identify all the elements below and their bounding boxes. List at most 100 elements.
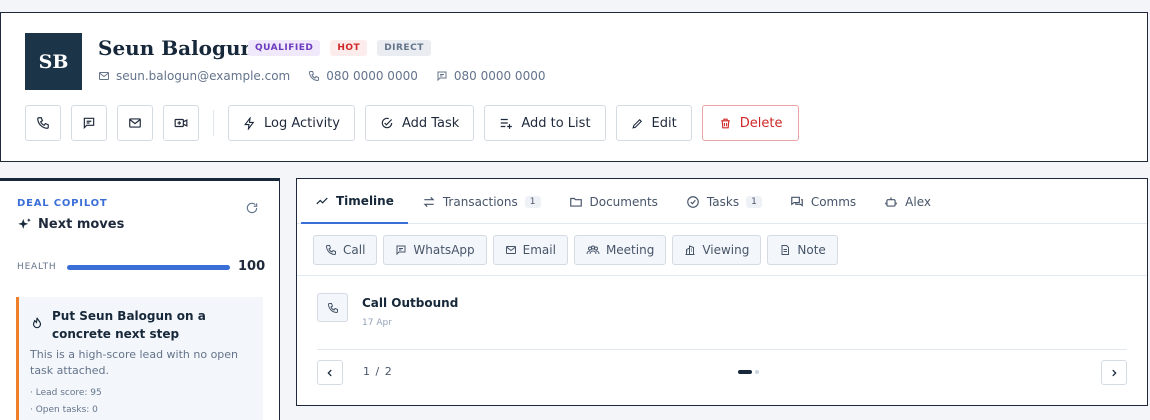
- check-circle-icon: [687, 195, 699, 208]
- health-value: 100: [238, 259, 266, 274]
- log-activity-label: Log Activity: [264, 115, 340, 131]
- deal-copilot-panel: DEAL COPILOT Next moves HEALTH 100 Put S…: [0, 178, 280, 420]
- mail-icon: [99, 72, 109, 80]
- page-dot-active[interactable]: [738, 370, 752, 374]
- video-icon: [174, 118, 188, 128]
- log-viewing-button[interactable]: Viewing: [672, 234, 762, 265]
- health-label: HEALTH: [17, 262, 57, 272]
- tab-tasks[interactable]: Tasks 1: [672, 179, 776, 224]
- suggestion-meta: · Lead score: 95 · Open tasks: 0: [30, 385, 253, 419]
- tab-timeline-label: Timeline: [336, 193, 394, 208]
- chevron-left-icon: [327, 369, 332, 376]
- mail-icon: [505, 245, 516, 254]
- contact-phone-text: 080 0000 0000: [326, 69, 418, 83]
- bot-icon: [885, 196, 898, 207]
- lead-score-item: · Lead score: 95: [30, 388, 102, 398]
- log-email-button[interactable]: Email: [492, 234, 568, 265]
- badge-group: QUALIFIED HOT DIRECT: [248, 40, 431, 56]
- message-button[interactable]: [71, 105, 107, 141]
- log-note-label: Note: [797, 242, 826, 257]
- entry-icon-box: [317, 293, 348, 322]
- contact-details: seun.balogun@example.com 080 0000 0000 0…: [98, 69, 545, 83]
- log-viewing-label: Viewing: [702, 242, 750, 257]
- tab-alex[interactable]: Alex: [870, 179, 945, 224]
- delete-button[interactable]: Delete: [701, 105, 800, 141]
- health-bar: [67, 265, 230, 270]
- chat-icon: [790, 196, 803, 207]
- tab-tasks-count: 1: [746, 195, 762, 208]
- refresh-button[interactable]: [245, 201, 259, 215]
- building-icon: [685, 244, 695, 255]
- page-dots: [738, 370, 759, 374]
- contact-phone[interactable]: 080 0000 0000: [308, 69, 418, 83]
- entry-title: Call Outbound: [362, 296, 459, 310]
- log-whatsapp-label: WhatsApp: [413, 242, 475, 257]
- main-panel: Timeline Transactions 1 Documents Tasks …: [296, 178, 1148, 406]
- contact-header: SB Seun Balogun QUALIFIED HOT DIRECT seu…: [0, 12, 1148, 162]
- add-task-button[interactable]: Add Task: [364, 105, 475, 141]
- suggestion-description: This is a high-score lead with no open t…: [30, 348, 239, 377]
- copilot-title: Next moves: [17, 217, 124, 232]
- tab-transactions-count: 1: [524, 195, 541, 208]
- add-to-list-label: Add to List: [521, 115, 591, 131]
- next-page-button[interactable]: [1101, 360, 1127, 385]
- tab-timeline[interactable]: Timeline: [301, 179, 408, 224]
- phone-icon: [325, 244, 336, 255]
- log-activity-button[interactable]: Log Activity: [228, 105, 355, 141]
- check-circle-icon: [381, 117, 393, 129]
- users-icon: [586, 245, 600, 254]
- badge-hot: HOT: [330, 40, 368, 56]
- flame-icon: [32, 317, 42, 329]
- contact-whatsapp-text: 080 0000 0000: [453, 69, 546, 83]
- copilot-tag: DEAL COPILOT: [17, 198, 108, 209]
- copilot-title-text: Next moves: [38, 217, 125, 232]
- tab-documents-label: Documents: [589, 194, 658, 209]
- phone-icon: [327, 302, 338, 313]
- page-indicator: 1 / 2: [363, 365, 393, 378]
- log-call-button[interactable]: Call: [313, 234, 378, 265]
- action-bar: Log Activity Add Task Add to List Edit D…: [25, 105, 809, 141]
- contact-email[interactable]: seun.balogun@example.com: [98, 69, 290, 83]
- video-call-button[interactable]: [163, 105, 199, 141]
- add-to-list-button[interactable]: Add to List: [484, 105, 606, 141]
- suggestion-title: Put Seun Balogun on a concrete next step: [52, 309, 206, 341]
- log-meeting-label: Meeting: [605, 242, 655, 257]
- tab-transactions-label: Transactions: [442, 194, 518, 209]
- badge-qualified: QUALIFIED: [248, 40, 321, 56]
- email-button[interactable]: [117, 105, 153, 141]
- contact-whatsapp[interactable]: 080 0000 0000: [436, 69, 546, 83]
- swap-icon: [423, 196, 435, 207]
- phone-icon: [309, 71, 320, 82]
- contact-name: Seun Balogun: [98, 36, 256, 60]
- tab-tasks-label: Tasks: [706, 194, 740, 209]
- trend-icon: [316, 197, 328, 204]
- log-whatsapp-button[interactable]: WhatsApp: [383, 234, 487, 265]
- list-plus-icon: [501, 118, 513, 129]
- badge-direct: DIRECT: [377, 40, 431, 56]
- note-icon: [781, 244, 790, 255]
- edit-button[interactable]: Edit: [615, 105, 692, 141]
- tab-documents[interactable]: Documents: [555, 179, 672, 224]
- page-dot[interactable]: [755, 370, 759, 374]
- action-divider: [213, 110, 214, 136]
- log-call-label: Call: [343, 242, 366, 257]
- avatar: SB: [25, 33, 82, 90]
- prev-page-button[interactable]: [317, 360, 343, 385]
- quick-log-row: Call WhatsApp Email Meeting Viewing Note: [297, 224, 1147, 276]
- contact-email-text: seun.balogun@example.com: [116, 69, 291, 83]
- message-icon: [83, 117, 95, 130]
- message-icon: [396, 245, 406, 255]
- tab-comms[interactable]: Comms: [776, 179, 870, 224]
- log-meeting-button[interactable]: Meeting: [573, 234, 667, 265]
- log-note-button[interactable]: Note: [767, 234, 838, 265]
- entry-date: 17 Apr: [362, 318, 392, 328]
- suggestion-card[interactable]: Put Seun Balogun on a concrete next step…: [16, 297, 263, 420]
- sparkle-icon: [18, 218, 31, 229]
- tab-alex-label: Alex: [905, 194, 931, 209]
- timeline-entry[interactable]: Call Outbound 17 Apr: [317, 293, 458, 328]
- message-icon: [437, 71, 447, 82]
- health-bar-fill: [67, 265, 230, 270]
- open-tasks-item: · Open tasks: 0: [30, 405, 98, 415]
- call-button[interactable]: [25, 105, 61, 141]
- tab-transactions[interactable]: Transactions 1: [408, 179, 555, 224]
